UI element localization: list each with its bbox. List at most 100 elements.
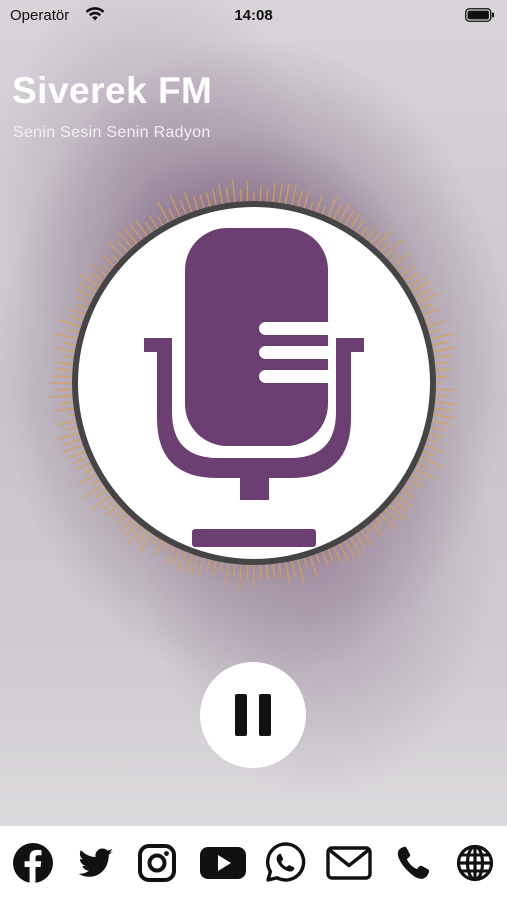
visualizer-bar (412, 288, 432, 300)
visualizer-bar (326, 547, 334, 561)
visualizer-bar (218, 182, 224, 206)
visualizer-bar (272, 561, 276, 579)
clock-label: 14:08 (234, 7, 273, 24)
visualizer-bar (296, 190, 303, 209)
visualizer-bar (212, 189, 218, 208)
visualizer-bar (246, 562, 249, 581)
visualizer-bar (428, 425, 446, 432)
mail-icon[interactable] (326, 842, 372, 884)
visualizer-bar (296, 557, 305, 583)
visualizer-bar (148, 214, 160, 231)
globe-icon[interactable] (454, 842, 496, 884)
pause-button[interactable] (200, 662, 306, 768)
audio-visualizer (47, 176, 461, 590)
visualizer-bar (314, 194, 324, 215)
visualizer-bar (62, 443, 86, 454)
visualizer-bar (199, 194, 206, 211)
visualizer-bar (75, 295, 93, 305)
pause-icon (235, 694, 271, 736)
youtube-icon[interactable] (198, 842, 248, 884)
visualizer-bar (343, 210, 355, 228)
station-slogan: Senin Sesin Senin Radyon (13, 124, 211, 141)
instagram-icon[interactable] (136, 842, 178, 884)
visualizer-bar (90, 272, 106, 283)
visualizer-bar (205, 191, 212, 209)
visualizer-bar (359, 225, 369, 238)
visualizer-bar (69, 307, 88, 317)
visualizer-bar (57, 361, 76, 365)
visualizer-bar (433, 368, 451, 372)
visualizer-bar (117, 231, 135, 250)
visualizer-bar (424, 320, 446, 329)
twitter-icon[interactable] (74, 842, 116, 884)
visualizer-bar (432, 361, 451, 365)
visualizer-bar (428, 332, 453, 341)
visualizer-bar (145, 221, 154, 235)
visualizer-bar (418, 303, 432, 311)
visualizer-bar (89, 477, 102, 487)
phone-icon[interactable] (392, 842, 434, 884)
visualizer-bar (53, 375, 75, 378)
visualizer-bar (373, 230, 392, 250)
visualizer-bar (431, 413, 455, 419)
visualizer-bar (95, 488, 109, 499)
visualizer-bar (83, 483, 106, 499)
visualizer-bar (302, 189, 311, 211)
visualizer-bar (54, 388, 75, 391)
visualizer-bar (137, 528, 149, 543)
visualizer-bar (278, 184, 283, 205)
visualizer-bar (225, 186, 230, 205)
visualizer-bar (49, 394, 75, 398)
station-title: Siverek FM (12, 70, 213, 111)
visualizer-bar (420, 449, 435, 457)
visualizer-bar (378, 512, 397, 531)
social-bar (0, 826, 507, 900)
visualizer-bar (92, 493, 113, 510)
visualizer-bar (420, 307, 440, 317)
visualizer-bar (179, 199, 188, 217)
visualizer-bar (56, 368, 75, 372)
visualizer-bar (63, 341, 79, 347)
visualizer-bar (415, 461, 430, 470)
facebook-icon[interactable] (12, 842, 54, 884)
visualizer-bar (172, 547, 182, 565)
visualizer-bar (422, 443, 444, 453)
visualizer-bar (246, 180, 249, 204)
visualizer-bar (206, 557, 212, 572)
visualizer-bar (259, 185, 262, 204)
battery-icon (465, 8, 495, 26)
visualizer-bar (73, 455, 90, 464)
visualizer-bar (332, 205, 341, 222)
visualizer-bar (369, 232, 381, 246)
visualizer-bar (431, 347, 455, 353)
whatsapp-icon[interactable] (264, 842, 306, 884)
visualizer-bar (60, 401, 76, 404)
visualizer-bar (79, 273, 102, 289)
visualizer-bar (387, 253, 399, 264)
visualizer-bar (127, 524, 144, 545)
visualizer-bar (184, 551, 194, 574)
visualizer-bar (391, 253, 409, 268)
visualizer-bar (197, 555, 206, 577)
visualizer-bar (429, 340, 450, 347)
visualizer-bar (308, 553, 318, 577)
visualizer-bar (54, 332, 80, 341)
visualizer-bar (426, 431, 445, 439)
status-bar: Operatör 14:08 (0, 0, 507, 30)
visualizer-bar (123, 227, 139, 246)
visualizer-bar (265, 562, 269, 580)
visualizer-bar (233, 561, 236, 577)
visualizer-bar (320, 549, 329, 567)
visualizer-bar (70, 315, 86, 323)
visualizer-bar (59, 319, 84, 329)
visualizer-bar (212, 558, 218, 577)
visualizer-bar (57, 431, 82, 440)
visualizer-bar (239, 189, 243, 204)
visualizer-bar (168, 208, 176, 222)
visualizer-bar (57, 419, 79, 426)
visualizer-bar (165, 544, 176, 565)
visualizer-bar (354, 531, 366, 548)
visualizer-bar (54, 347, 77, 353)
visualizer-bar (432, 401, 458, 406)
visualizer-bar (54, 407, 76, 412)
